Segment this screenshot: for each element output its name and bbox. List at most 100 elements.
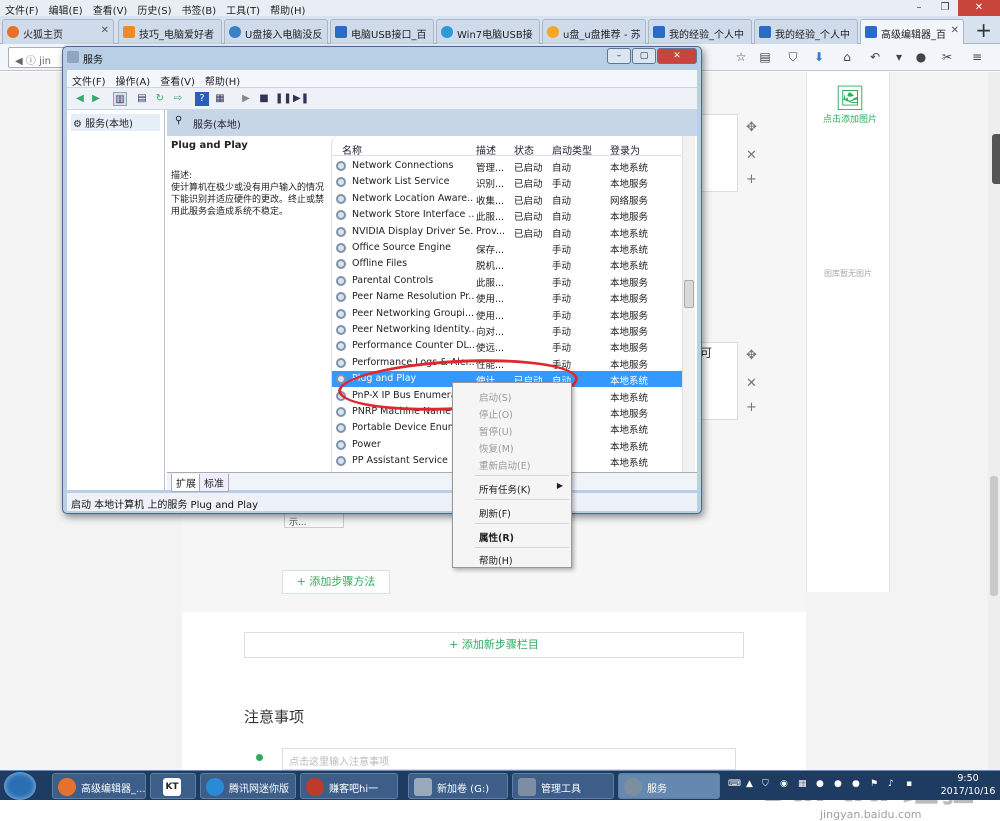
add-icon[interactable]: + (746, 400, 757, 415)
browser-tab[interactable]: U盘接入电脑没反 (224, 19, 328, 44)
delete-icon[interactable]: ✕ (746, 376, 757, 391)
maximize-button[interactable]: ▢ (632, 48, 656, 64)
table-row[interactable]: Network Connections 管理... 已启动 自动 本地系统 (332, 158, 682, 174)
add-icon[interactable]: + (746, 172, 757, 187)
taskbar-item-admin-tools[interactable]: 管理工具 (512, 773, 614, 799)
notes-input[interactable]: 点击这里输入注意事项 (282, 748, 736, 770)
taskbar-item-drive[interactable]: 新加卷 (G:) (408, 773, 508, 799)
menu-file[interactable]: 文件(F) (67, 70, 111, 88)
refresh-icon[interactable]: ↻ (153, 92, 167, 106)
home-icon[interactable]: ⌂ (838, 48, 856, 66)
table-row[interactable]: Office Source Engine 保存... 手动 本地系统 (332, 240, 682, 256)
back-icon[interactable]: ◀ ⓘ (15, 56, 39, 67)
close-button[interactable]: ✕ (657, 48, 697, 64)
table-row[interactable]: Offline Files 脱机... 手动 本地系统 (332, 256, 682, 272)
list-scroll-thumb[interactable] (684, 280, 694, 308)
menu-item-refresh[interactable]: 刷新(F) (453, 503, 571, 520)
taskbar-item-tencent[interactable]: 腾讯网迷你版 (200, 773, 296, 799)
qq-icon[interactable]: ● (816, 779, 824, 789)
add-step-method-button[interactable]: + 添加步骤方法 (282, 570, 390, 594)
tree-item-services-local[interactable]: ⚙ 服务(本地) (71, 114, 160, 131)
input-method-icon[interactable]: ▪ (906, 779, 912, 789)
reading-list-icon[interactable]: ▤ (756, 48, 774, 66)
hamburger-menu-icon[interactable]: ≡ (968, 48, 986, 66)
play-icon[interactable]: ▶ (239, 92, 253, 106)
table-row[interactable]: NVIDIA Display Driver Se... Prov... 已启动 自动 本… (332, 224, 682, 240)
taskbar-item-zhuanke[interactable]: 赚客吧hi一 (300, 773, 398, 799)
table-row[interactable]: Network List Service 识别... 已启动 手动 本地服务 (332, 174, 682, 190)
menu-help[interactable]: 帮助(H) (200, 70, 245, 88)
menu-help[interactable]: 帮助(H) (265, 0, 310, 17)
tab-extended[interactable]: 扩展 (171, 474, 201, 492)
menu-item-restart[interactable]: 重新启动(E) (453, 455, 571, 472)
properties-icon[interactable]: ▦ (213, 92, 227, 106)
move-icon[interactable]: ✥ (746, 120, 757, 135)
security-icon[interactable]: ◉ (780, 779, 788, 789)
help-icon[interactable]: ? (195, 92, 209, 106)
minimize-button[interactable]: – (607, 48, 631, 64)
add-image-button[interactable]: 🖼 点击添加图片 (818, 84, 882, 125)
move-icon[interactable]: ✥ (746, 348, 757, 363)
qq-icon[interactable]: ● (852, 779, 860, 789)
console-tree-icon[interactable]: ▥ (113, 92, 127, 106)
menu-file[interactable]: 文件(F) (0, 0, 44, 17)
side-tab-handle[interactable] (992, 134, 1000, 184)
restart-icon[interactable]: ▶❚ (293, 92, 309, 106)
taskbar-item-firefox[interactable]: 高级编辑器_... (52, 773, 146, 799)
keyboard-icon[interactable]: ⌨ (728, 779, 741, 789)
table-row[interactable]: Peer Networking Identity... 向对... 手动 本地服务 (332, 322, 682, 338)
table-row[interactable]: Peer Networking Groupi... 使用... 手动 本地服务 (332, 306, 682, 322)
menu-item-start[interactable]: 启动(S) (453, 387, 571, 404)
network-icon[interactable]: ▦ (798, 779, 807, 789)
start-button[interactable] (4, 772, 36, 800)
table-row[interactable]: Network Store Interface ... 此服... 已启动 自动 本地服… (332, 207, 682, 223)
browser-tab-active[interactable]: 高级编辑器_百 ✕ (860, 19, 964, 44)
undo-icon[interactable]: ↶ (866, 48, 884, 66)
step-tag[interactable]: 示... (284, 512, 344, 528)
menu-edit[interactable]: 编辑(E) (44, 0, 88, 17)
table-row[interactable]: Parental Controls 此服... 手动 本地服务 (332, 273, 682, 289)
pause-icon[interactable]: ❚❚ (275, 92, 292, 106)
chat-icon[interactable]: ● (912, 48, 930, 66)
screenshot-icon[interactable]: ✂ (938, 48, 956, 66)
bookmark-star-icon[interactable]: ☆ (732, 48, 750, 66)
menu-item-pause[interactable]: 暂停(U) (453, 421, 571, 438)
browser-tab[interactable]: Win7电脑USB接 (436, 19, 540, 44)
delete-icon[interactable]: ✕ (746, 148, 757, 163)
menu-view[interactable]: 查看(V) (88, 0, 133, 17)
menu-item-all-tasks[interactable]: 所有任务(K) ▶ (453, 479, 571, 496)
qq-icon[interactable]: ● (834, 779, 842, 789)
chevron-up-icon[interactable]: ▲ (746, 779, 753, 789)
download-icon[interactable]: ⬇ (810, 48, 828, 66)
export-icon[interactable]: ⇨ (171, 92, 185, 106)
close-tab-icon[interactable]: ✕ (101, 25, 109, 36)
taskbar-item-kt[interactable]: KT (150, 773, 196, 799)
menu-item-resume[interactable]: 恢复(M) (453, 438, 571, 455)
browser-tab[interactable]: 火狐主页 ✕ (2, 19, 114, 44)
clock[interactable]: 9:50 2017/10/16 (940, 772, 996, 798)
table-row[interactable]: Peer Name Resolution Pr... 使用... 手动 本地服务 (332, 289, 682, 305)
maximize-button[interactable]: ❐ (932, 0, 958, 16)
table-row[interactable]: Performance Counter DL... 使远... 手动 本地服务 (332, 338, 682, 354)
stop-icon[interactable]: ■ (257, 92, 271, 106)
close-tab-icon[interactable]: ✕ (951, 25, 959, 36)
close-button[interactable]: ✕ (958, 0, 1000, 16)
menu-tools[interactable]: 工具(T) (221, 0, 265, 17)
shield-icon[interactable]: ⛉ (784, 48, 802, 66)
browser-tab[interactable]: 技巧_电脑爱好者 (118, 19, 222, 44)
browser-tab[interactable]: 我的经验_个人中 (754, 19, 858, 44)
minimize-button[interactable]: – (906, 0, 932, 16)
back-arrow-icon[interactable]: ◀ (73, 92, 87, 106)
menu-item-properties[interactable]: 属性(R) (453, 527, 571, 544)
page-scroll-thumb[interactable] (990, 476, 998, 596)
menu-item-help[interactable]: 帮助(H) (453, 550, 571, 567)
browser-tab[interactable]: 电脑USB接口_百 (330, 19, 434, 44)
forward-arrow-icon[interactable]: ▶ (89, 92, 103, 106)
new-tab-icon[interactable]: + (975, 18, 992, 42)
menu-view[interactable]: 查看(V) (155, 70, 200, 88)
list-icon[interactable]: ▤ (135, 92, 149, 106)
browser-tab[interactable]: 我的经验_个人中 (648, 19, 752, 44)
shield-icon[interactable]: ⛉ (762, 779, 769, 789)
flag-icon[interactable]: ⚑ (870, 779, 878, 789)
taskbar-item-services[interactable]: 服务 (618, 773, 720, 799)
